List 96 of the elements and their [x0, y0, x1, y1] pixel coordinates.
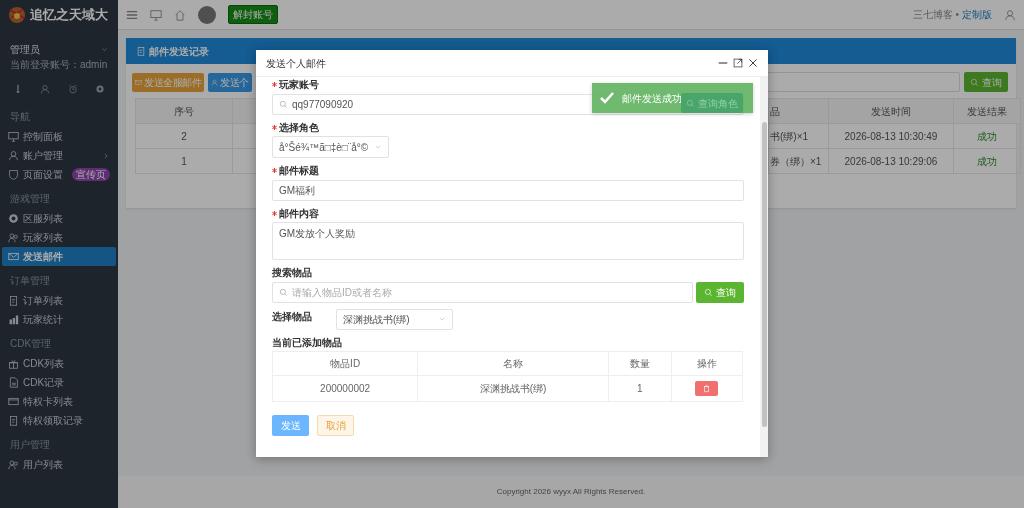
column-header: 物品ID — [330, 358, 361, 369]
role-select[interactable]: å°Šé¾™ã□‡è□¨å°© — [272, 136, 389, 158]
envelope-icon — [135, 78, 142, 86]
user-name[interactable]: 管理员 — [10, 42, 40, 57]
text-field[interactable]: 请输入物品ID或者名称 — [272, 281, 693, 303]
table-cell: 1 — [637, 383, 643, 394]
search-icon — [279, 287, 288, 297]
table-cell: 2 — [181, 130, 187, 142]
clipboard-icon — [8, 415, 19, 426]
status-text: 成功 — [977, 155, 997, 167]
user-icon — [211, 78, 218, 86]
search-icon — [704, 287, 713, 297]
sidebar-item[interactable]: 控制面板 — [2, 127, 116, 146]
sidebar-item[interactable]: 订单列表 — [2, 291, 116, 310]
field-label: 选择角色 — [279, 120, 319, 134]
column-header: 发送结果 — [967, 105, 1007, 117]
settings-icon[interactable] — [95, 84, 106, 94]
globe-icon — [8, 213, 19, 224]
sidebar-item[interactable]: 玩家列表 — [2, 228, 116, 247]
sidebar-item[interactable]: 账户管理 — [2, 146, 116, 165]
clipboard-icon — [8, 295, 19, 306]
site-name: 三七博客 • — [912, 8, 959, 22]
column-header: 操作 — [696, 358, 717, 369]
search-icon — [686, 98, 695, 108]
users-icon — [8, 459, 19, 470]
sidebar-item[interactable]: CDK列表 — [2, 354, 116, 373]
bar-chart-icon — [8, 314, 19, 325]
gift-icon — [8, 358, 19, 369]
send-mail-button[interactable]: 发送个 — [208, 72, 252, 92]
sidebar-item[interactable]: 页面设置 宣传页 — [2, 165, 116, 184]
table-cell: 1 — [181, 155, 187, 167]
user-icon[interactable] — [40, 84, 51, 94]
item-select[interactable]: 深渊挑战书(绑) — [336, 308, 453, 330]
document-icon — [8, 377, 19, 388]
sidebar-item[interactable]: 发送邮件 — [2, 247, 116, 266]
scroll-bar[interactable] — [760, 77, 768, 457]
home-icon[interactable] — [174, 8, 186, 21]
column-header: 数量 — [629, 358, 650, 369]
column-header: 序号 — [174, 105, 194, 117]
menu-icon[interactable] — [126, 8, 138, 21]
user-icon — [8, 150, 19, 161]
field-label: 选择物品 — [272, 309, 312, 323]
trash-icon — [702, 383, 712, 393]
card-icon — [8, 396, 19, 407]
check-icon — [600, 91, 614, 105]
sidebar-item[interactable]: 特权领取记录 — [2, 411, 116, 430]
monitor-icon — [8, 131, 19, 142]
card-title: 邮件发送记录 — [149, 44, 209, 59]
search-icon — [279, 99, 288, 109]
caret-icon — [374, 143, 382, 151]
field-label: 邮件内容 — [279, 206, 319, 220]
text-field[interactable]: GM福利 — [272, 179, 744, 201]
edition-link[interactable]: 定制版 — [962, 7, 992, 22]
copyright-text: Copyright 2026 wyyx All Rights Reserved. — [118, 476, 1024, 508]
field-label: 玩家账号 — [279, 78, 319, 91]
status-text: 成功 — [977, 130, 997, 142]
column-header: 品 — [770, 105, 780, 117]
delete-button[interactable] — [695, 380, 719, 396]
table-cell: 书(绑)×1 — [770, 130, 809, 142]
avatar[interactable] — [198, 5, 216, 24]
monitor-icon[interactable] — [150, 8, 162, 21]
column-header: 发送时间 — [871, 105, 911, 117]
shield-icon — [8, 169, 19, 180]
sidebar-item[interactable]: 特权卡列表 — [2, 392, 116, 411]
column-header: 名称 — [503, 358, 524, 369]
table-cell: 200000002 — [320, 383, 371, 394]
alarm-clock-icon[interactable] — [67, 84, 78, 94]
unban-account-button[interactable]: 解封账号 — [228, 5, 278, 24]
section-title: 当前已添加物品 — [272, 335, 343, 349]
table-cell: 券（绑）×1 — [770, 155, 822, 167]
search-icon — [970, 77, 979, 87]
sidebar-item[interactable]: 玩家统计 — [2, 310, 116, 329]
close-icon[interactable] — [748, 58, 758, 68]
sidebar-item[interactable]: CDK记录 — [2, 373, 116, 392]
table-cell: 深渊挑战书(绑) — [479, 383, 547, 394]
field-label: 搜索物品 — [272, 266, 312, 279]
search-button[interactable]: 查询 — [696, 281, 744, 303]
sidebar-item[interactable]: 区服列表 — [2, 209, 116, 228]
modal-title: 发送个人邮件 — [266, 56, 327, 71]
toast-message: 邮件发送成功 — [622, 91, 682, 106]
field-label: 邮件标题 — [279, 164, 319, 177]
envelope-icon — [8, 251, 19, 262]
table-cell: 2026-08-13 10:29:06 — [844, 155, 938, 167]
clipboard-icon — [136, 46, 146, 56]
users-icon — [8, 232, 19, 243]
table-cell: 2026-08-13 10:30:49 — [844, 130, 938, 142]
user-icon[interactable] — [1004, 8, 1016, 21]
maximize-icon[interactable] — [733, 58, 743, 68]
brand-title: 追忆之天域大 — [30, 6, 108, 25]
caret-icon — [438, 315, 446, 323]
text-area[interactable]: GM发放个人奖励 — [272, 222, 744, 260]
sidebar-item[interactable]: 用户列表 — [2, 455, 116, 474]
caret-icon[interactable] — [101, 46, 108, 53]
account-label: 当前登录账号：admin — [10, 58, 108, 72]
tag-label: 宣传页 — [72, 168, 110, 181]
logo-icon — [8, 6, 26, 24]
